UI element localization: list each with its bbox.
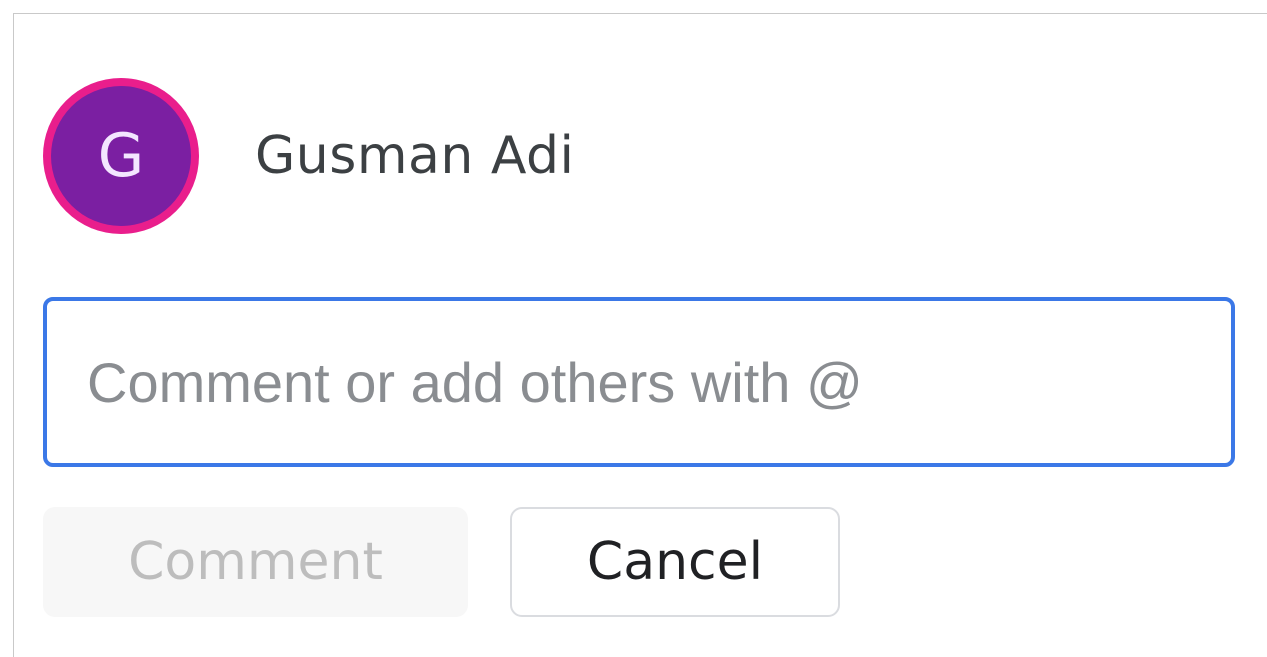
comment-button[interactable]: Comment xyxy=(43,507,468,617)
comment-input[interactable] xyxy=(43,297,1235,467)
avatar: G xyxy=(43,78,199,234)
avatar-initial: G xyxy=(51,86,191,226)
cancel-button[interactable]: Cancel xyxy=(510,507,840,617)
comment-author-header: G Gusman Adi xyxy=(43,75,574,237)
user-name: Gusman Adi xyxy=(255,126,575,186)
